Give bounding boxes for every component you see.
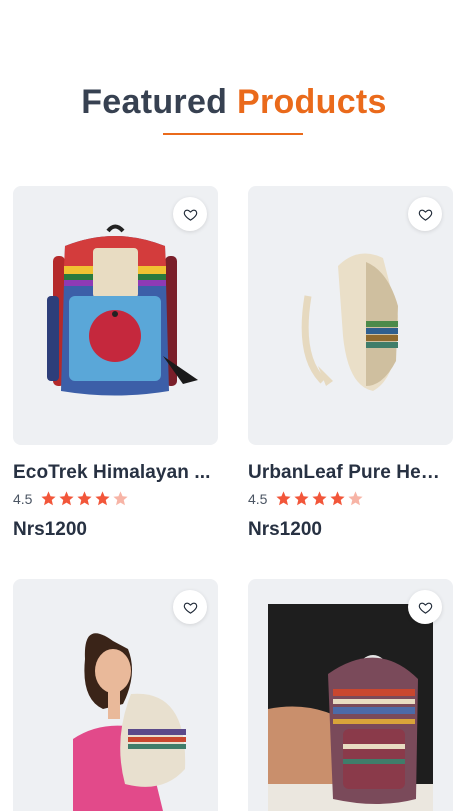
product-card-2[interactable]: UrbanLeaf Pure Hem... 4.5 Nrs1200	[248, 186, 453, 541]
star-empty-icon	[348, 491, 364, 506]
product-image-2[interactable]	[248, 186, 453, 445]
product-price: Nrs1200	[248, 519, 322, 540]
rating-row: 4.5	[13, 490, 218, 507]
product-image-1[interactable]	[13, 186, 218, 445]
product-name[interactable]: EcoTrek Himalayan ...	[13, 462, 218, 484]
section-title-part2: Products	[236, 83, 387, 121]
product-image-3[interactable]	[13, 579, 218, 811]
star-rating	[275, 490, 364, 507]
star-rating	[40, 490, 129, 507]
star-empty-icon	[113, 491, 129, 506]
product-image-4[interactable]	[248, 579, 453, 811]
rating-value: 4.5	[248, 490, 268, 507]
heart-outline-icon	[418, 209, 432, 221]
wishlist-button-1[interactable]	[173, 197, 207, 231]
section-title-part1: Featured	[81, 83, 228, 121]
title-underline	[163, 133, 303, 135]
heart-outline-icon	[183, 602, 197, 614]
star-filled-icon	[294, 491, 310, 506]
star-filled-icon	[95, 491, 111, 506]
product-card-3[interactable]	[13, 579, 218, 811]
wishlist-button-3[interactable]	[173, 590, 207, 624]
star-filled-icon	[330, 491, 346, 506]
section-title: Featured Products	[0, 82, 468, 122]
star-filled-icon	[276, 491, 292, 506]
rating-value: 4.5	[13, 490, 33, 507]
product-name[interactable]: UrbanLeaf Pure Hem...	[248, 462, 453, 484]
star-filled-icon	[59, 491, 75, 506]
star-filled-icon	[41, 491, 57, 506]
product-card-4[interactable]	[248, 579, 453, 811]
star-filled-icon	[312, 491, 328, 506]
product-price: Nrs1200	[13, 519, 87, 540]
wishlist-button-2[interactable]	[408, 197, 442, 231]
heart-outline-icon	[418, 602, 432, 614]
wishlist-button-4[interactable]	[408, 590, 442, 624]
rating-row: 4.5	[248, 490, 453, 507]
product-card-1[interactable]: EcoTrek Himalayan ... 4.5 Nrs1200	[13, 186, 218, 541]
heart-outline-icon	[183, 209, 197, 221]
star-filled-icon	[77, 491, 93, 506]
